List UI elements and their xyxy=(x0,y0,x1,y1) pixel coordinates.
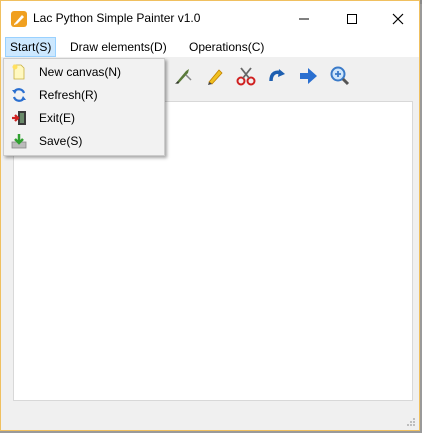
pencil-icon xyxy=(208,69,223,85)
new-canvas-icon xyxy=(12,64,25,80)
window-title: Lac Python Simple Painter v1.0 xyxy=(33,11,201,25)
zoom-in-icon xyxy=(330,66,350,86)
brush-tool-button[interactable] xyxy=(171,64,195,88)
app-icon xyxy=(11,11,27,27)
menu-item-refresh[interactable]: Refresh(R) xyxy=(4,84,164,107)
exit-icon xyxy=(12,111,26,125)
zoom-in-tool-button[interactable] xyxy=(328,64,352,88)
resize-grip-icon[interactable] xyxy=(406,417,416,427)
menu-item-label: Save(S) xyxy=(39,134,83,148)
menu-item-new-canvas[interactable]: New canvas(N) xyxy=(4,61,164,84)
redo-tool-button[interactable] xyxy=(265,64,289,88)
menu-operations[interactable]: Operations(C) xyxy=(185,37,268,57)
scissors-icon xyxy=(236,67,256,86)
save-icon xyxy=(11,134,27,149)
close-button[interactable] xyxy=(375,1,421,37)
refresh-icon xyxy=(12,88,26,102)
menu-item-exit[interactable]: Exit(E) xyxy=(4,107,164,130)
menu-item-label: Refresh(R) xyxy=(39,88,98,102)
menu-item-save[interactable]: Save(S) xyxy=(4,130,164,153)
scissors-tool-button[interactable] xyxy=(234,64,258,88)
menu-draw-elements[interactable]: Draw elements(D) xyxy=(66,37,171,57)
title-bar[interactable]: Lac Python Simple Painter v1.0 xyxy=(1,1,419,37)
close-icon xyxy=(392,13,404,25)
brush-icon xyxy=(175,69,192,84)
minimize-button[interactable] xyxy=(281,1,327,37)
menu-start[interactable]: Start(S) xyxy=(5,37,57,57)
arrow-right-icon xyxy=(300,68,317,84)
redo-icon xyxy=(269,69,285,82)
menu-bar: Start(S) Draw elements(D) Operations(C) xyxy=(1,37,419,57)
menu-item-label: Exit(E) xyxy=(39,111,75,125)
maximize-icon xyxy=(347,14,357,24)
arrow-right-tool-button[interactable] xyxy=(296,64,320,88)
menu-item-label: New canvas(N) xyxy=(39,65,122,79)
minimize-icon xyxy=(299,18,309,20)
pencil-tool-button[interactable] xyxy=(203,64,227,88)
app-window: Lac Python Simple Painter v1.0 Start(S) … xyxy=(0,0,420,431)
maximize-button[interactable] xyxy=(329,1,375,37)
start-dropdown-menu: New canvas(N) Refresh(R) Exit(E) Save(S) xyxy=(3,58,165,156)
